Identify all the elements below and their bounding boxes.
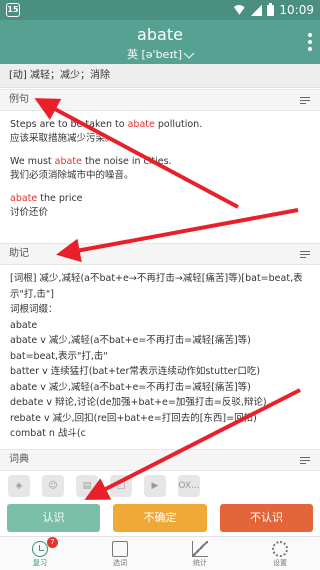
book-icon	[112, 541, 128, 557]
phonetic-row[interactable]: 英 [ə'beɪt]	[0, 46, 320, 62]
memory-section-header[interactable]: 助记	[0, 243, 320, 265]
phonetic: 英 [ə'beɪt]	[126, 48, 183, 61]
nav-settings[interactable]: 设置	[240, 537, 320, 570]
example-sentence: abate the price	[10, 193, 83, 204]
memory-line: debate v 辩论,讨论(de加强+bat+e=加强打击=反驳,辩论)	[10, 397, 267, 408]
more-options-icon[interactable]	[308, 33, 312, 51]
memory-title: 助记	[9, 248, 29, 259]
dictionary-title: 词典	[9, 454, 29, 465]
examples-list: Steps are to be taken to abate pollution…	[10, 118, 310, 229]
nav-words-label: 选词	[113, 559, 127, 567]
definition: [动] 减轻；减少；消除	[0, 64, 320, 88]
dict-2-icon[interactable]: ☺	[42, 475, 64, 497]
example-translation: 讨价还价	[10, 207, 49, 218]
memory-notes: [词根] 减少,减轻(a不bat+e→不再打击→减轻[痛苦]等)[bat=bea…	[10, 271, 310, 442]
examples-section-header[interactable]: 例句	[0, 89, 320, 111]
examples-menu-icon[interactable]	[300, 97, 310, 106]
status-bar: 15 10:09	[0, 0, 320, 20]
nav-stats-label: 统计	[193, 559, 207, 567]
dictionary-icons: ◈ ☺ ▤ □ ▶ OX...	[8, 475, 318, 499]
review-icon	[32, 541, 48, 557]
memory-line: 词根词缀：	[10, 304, 58, 315]
pronounce-icon[interactable]	[183, 47, 195, 59]
memory-menu-icon[interactable]	[300, 251, 310, 260]
memory-line: rebate v 减少,回扣(re回+bat+e=打回去的[东西]=回扣)	[10, 412, 257, 424]
nav-words[interactable]: 选词	[80, 537, 160, 570]
review-badge: 7	[47, 537, 58, 548]
battery-icon	[267, 2, 275, 16]
example-item: We must abate the noise in cities. 我们必须消…	[10, 155, 310, 183]
signal-icon	[251, 4, 263, 16]
wifi-icon	[234, 5, 246, 15]
memory-line: abate	[10, 319, 38, 331]
chart-icon	[192, 541, 208, 557]
memory-line: bat=beat,表示"打,击"	[10, 350, 108, 362]
example-sentence: We must abate the noise in cities.	[10, 156, 172, 167]
app-notification-icon: 15	[6, 3, 20, 17]
memory-line: abate v 减少,减轻(a不bat+e=不再打击=减轻[痛苦]等)	[10, 335, 251, 346]
word-header: abate 英 [ə'beɪt]	[0, 20, 320, 64]
unknown-button[interactable]: 不认识	[220, 504, 313, 532]
memory-line: combat n 战斗(c	[10, 428, 86, 439]
dict-1-icon[interactable]: ◈	[8, 475, 30, 497]
example-sentence: Steps are to be taken to abate pollution…	[10, 119, 203, 130]
bottom-nav: 7 复习 选词 统计 设置	[0, 536, 320, 570]
dict-3-icon[interactable]: ▤	[76, 475, 98, 497]
clock: 10:09	[279, 3, 314, 17]
memory-line: batter v 连续猛打(bat+ter常表示连续动作如stutter口吃)	[10, 366, 261, 377]
know-button[interactable]: 认识	[7, 504, 100, 532]
nav-review-label: 复习	[33, 559, 47, 567]
nav-settings-label: 设置	[273, 559, 287, 567]
nav-review[interactable]: 7 复习	[0, 537, 80, 570]
unsure-button[interactable]: 不确定	[113, 504, 207, 532]
example-item: abate the price 讨价还价	[10, 192, 310, 220]
example-translation: 应该采取措施减少污染。	[10, 133, 115, 144]
memory-line: [词根] 减少,减轻(a不bat+e→不再打击→减轻[痛苦]等)[bat=bea…	[10, 273, 303, 300]
examples-title: 例句	[9, 94, 29, 105]
example-item: Steps are to be taken to abate pollution…	[10, 118, 310, 146]
status-icons: 10:09	[234, 0, 314, 20]
oxford-icon[interactable]: OX...	[178, 475, 200, 497]
dictionary-section-header[interactable]: 词典	[0, 449, 320, 471]
example-translation: 我们必须消除城市中的噪音。	[10, 170, 134, 181]
dict-4-icon[interactable]: □	[110, 475, 132, 497]
dictionary-menu-icon[interactable]	[300, 457, 310, 466]
memory-line: abate v 减少,减轻(a不bat+e=不再打击=减轻[痛苦]等)	[10, 381, 251, 393]
word-title: abate	[137, 25, 183, 44]
bing-icon[interactable]: ▶	[144, 475, 166, 497]
gear-icon	[272, 541, 288, 557]
nav-stats[interactable]: 统计	[160, 537, 240, 570]
